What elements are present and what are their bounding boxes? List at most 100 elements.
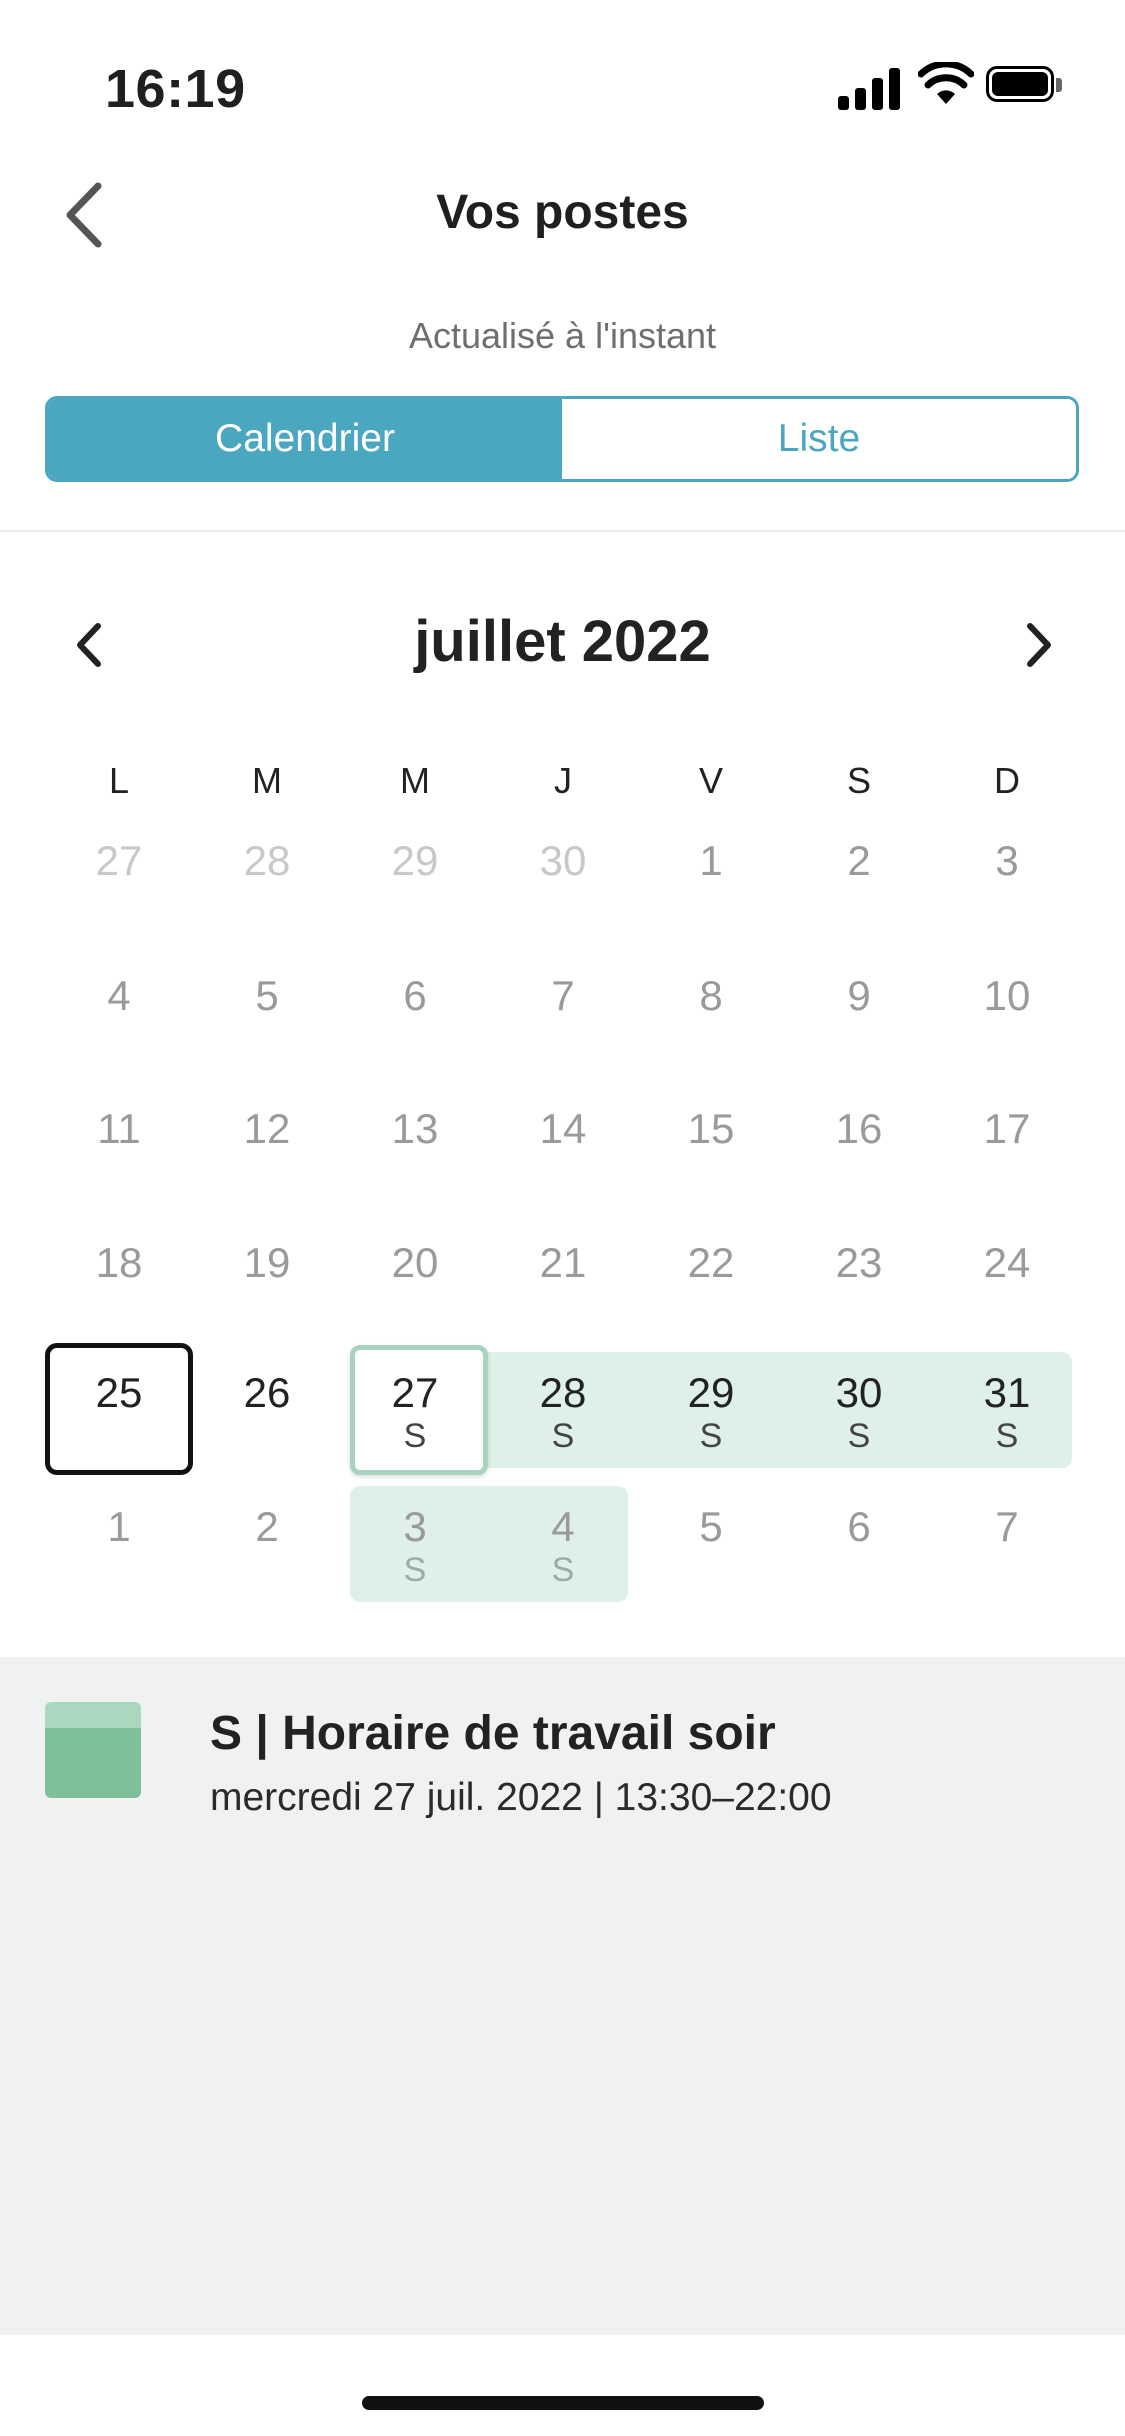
weekday-label: M [400, 760, 430, 801]
shift-code: S [995, 1417, 1019, 1455]
calendar-day[interactable]: 14 [489, 1088, 637, 1208]
calendar-day-number: 6 [403, 972, 427, 1019]
calendar-day[interactable]: 17 [933, 1088, 1081, 1208]
calendar-day[interactable]: 27 [45, 820, 193, 940]
calendar-day-number: 3 [403, 1503, 427, 1550]
shift-code: S [847, 1417, 871, 1455]
calendar-day[interactable]: 28 [193, 820, 341, 940]
calendar-day[interactable]: 23 [785, 1222, 933, 1342]
shift-color-icon [45, 1702, 141, 1798]
calendar-day-number: 4 [107, 972, 131, 1019]
last-updated-text: Actualisé à l'instant [408, 315, 717, 356]
calendar-day[interactable]: 21 [489, 1222, 637, 1342]
calendar-day[interactable]: 30 [489, 820, 637, 940]
home-indicator [362, 2396, 764, 2410]
calendar-day-number: 28 [539, 1369, 587, 1416]
calendar-day[interactable]: 6 [341, 955, 489, 1075]
calendar-day-number: 18 [95, 1239, 143, 1286]
calendar-day-number: 5 [699, 1503, 723, 1550]
calendar-day[interactable]: 7 [933, 1486, 1081, 1606]
calendar-day-number: 19 [243, 1239, 291, 1286]
calendar-day[interactable]: 1 [45, 1486, 193, 1606]
calendar-day-number: 5 [255, 972, 279, 1019]
calendar-day[interactable]: 1 [637, 820, 785, 940]
battery-icon [986, 66, 1066, 106]
calendar-day-number: 1 [699, 837, 723, 884]
calendar-day[interactable]: 25 [45, 1352, 193, 1472]
calendar-day[interactable]: 4 [45, 955, 193, 1075]
calendar-day-number: 4 [551, 1503, 575, 1550]
calendar-day[interactable]: 10 [933, 955, 1081, 1075]
calendar-day[interactable]: 2 [785, 820, 933, 940]
calendar-day-number: 27 [95, 837, 143, 884]
calendar-day[interactable]: 11 [45, 1088, 193, 1208]
calendar-day[interactable]: 30 S [785, 1352, 933, 1472]
calendar-day[interactable]: 8 [637, 955, 785, 1075]
calendar-day[interactable]: 7 [489, 955, 637, 1075]
calendar-day-number: 10 [983, 972, 1031, 1019]
view-toggle: Calendrier Liste [45, 396, 1079, 482]
calendar-day[interactable]: 26 [193, 1352, 341, 1472]
calendar-day-number: 26 [243, 1369, 291, 1416]
calendar-day-number: 1 [107, 1503, 131, 1550]
calendar-day[interactable]: 28 S [489, 1352, 637, 1472]
calendar-day-number: 9 [847, 972, 871, 1019]
calendar-day[interactable]: 29 S [637, 1352, 785, 1472]
calendar-day[interactable]: 22 [637, 1222, 785, 1342]
calendar-day-number: 30 [835, 1369, 883, 1416]
calendar-day-number: 22 [687, 1239, 735, 1286]
page-title: Vos postes [436, 186, 689, 239]
calendar-day-number: 24 [983, 1239, 1031, 1286]
calendar-day-number: 15 [687, 1105, 735, 1152]
calendar-day-number: 13 [391, 1105, 439, 1152]
calendar-day[interactable]: 13 [341, 1088, 489, 1208]
calendar-day[interactable]: 18 [45, 1222, 193, 1342]
calendar-day[interactable]: 5 [193, 955, 341, 1075]
tab-list[interactable]: Liste [562, 399, 1076, 479]
calendar-day[interactable]: 2 [193, 1486, 341, 1606]
calendar-day[interactable]: 9 [785, 955, 933, 1075]
calendar-day-number: 12 [243, 1105, 291, 1152]
shift-code: S [551, 1551, 575, 1589]
calendar-day[interactable]: 15 [637, 1088, 785, 1208]
calendar-day[interactable]: 20 [341, 1222, 489, 1342]
calendar-day-number: 11 [97, 1105, 141, 1152]
shift-code: S [403, 1551, 427, 1589]
next-month-icon[interactable] [1018, 620, 1058, 670]
calendar-day-number: 16 [835, 1105, 883, 1152]
calendar-day[interactable]: 3S [341, 1486, 489, 1606]
calendar-day[interactable]: 5 [637, 1486, 785, 1606]
status-time: 16:19 [105, 59, 246, 119]
shift-code: S [403, 1417, 427, 1455]
weekday-label: V [698, 760, 723, 801]
calendar-day-number: 14 [539, 1105, 587, 1152]
calendar-day-number: 29 [687, 1369, 735, 1416]
tab-calendar[interactable]: Calendrier [48, 399, 562, 479]
calendar-day-number: 29 [391, 837, 439, 884]
calendar-day-number: 31 [983, 1369, 1031, 1416]
calendar-day-number: 17 [983, 1105, 1031, 1152]
calendar-day-number: 3 [995, 837, 1019, 884]
calendar-day[interactable]: 16 [785, 1088, 933, 1208]
event-title[interactable]: S | Horaire de travail soir [210, 1706, 776, 1761]
event-datetime: mercredi 27 juil. 2022 | 13:30–22:00 [210, 1776, 832, 1819]
calendar-day[interactable]: 29 [341, 820, 489, 940]
calendar-day-number: 6 [847, 1503, 871, 1550]
calendar-day[interactable]: 31 S [933, 1352, 1081, 1472]
calendar-day[interactable]: 12 [193, 1088, 341, 1208]
cellular-signal-icon [838, 66, 900, 110]
shift-code: S [551, 1417, 575, 1455]
calendar-day[interactable]: 27 S [341, 1352, 489, 1472]
calendar-day[interactable]: 19 [193, 1222, 341, 1342]
calendar-day[interactable]: 6 [785, 1486, 933, 1606]
shift-code: S [699, 1417, 723, 1455]
calendar-day-number: 7 [995, 1503, 1019, 1550]
calendar-day[interactable]: 3 [933, 820, 1081, 940]
month-title: juillet 2022 [414, 609, 711, 674]
calendar-day[interactable]: 4S [489, 1486, 637, 1606]
calendar-day-number: 21 [539, 1239, 587, 1286]
calendar-day-number: 27 [391, 1369, 439, 1416]
weekday-label: D [994, 760, 1020, 801]
calendar-day[interactable]: 24 [933, 1222, 1081, 1342]
calendar-day-number: 8 [699, 972, 723, 1019]
